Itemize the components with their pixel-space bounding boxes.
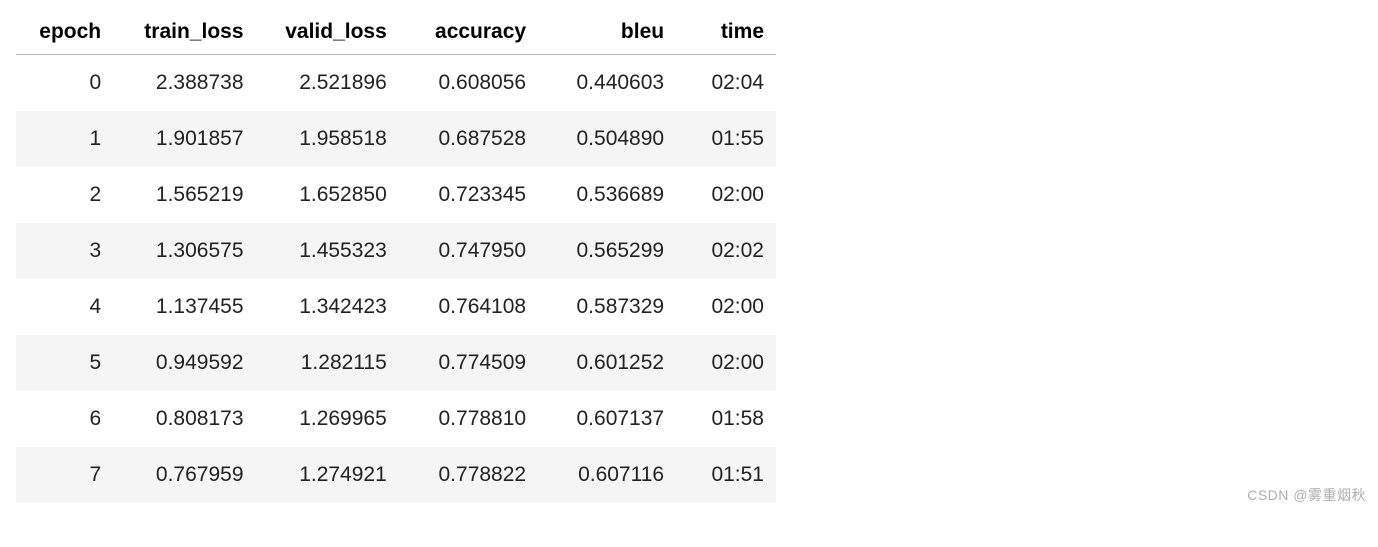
col-header-valid-loss: valid_loss	[256, 10, 399, 55]
cell-train-loss: 0.808173	[113, 391, 255, 447]
col-header-time: time	[676, 10, 776, 55]
table-header-row: epoch train_loss valid_loss accuracy ble…	[16, 10, 776, 55]
cell-accuracy: 0.687528	[399, 111, 538, 167]
cell-bleu: 0.504890	[538, 111, 676, 167]
cell-train-loss: 0.767959	[113, 447, 255, 503]
table-row: 3 1.306575 1.455323 0.747950 0.565299 02…	[16, 223, 776, 279]
cell-epoch: 4	[16, 279, 113, 335]
cell-train-loss: 1.901857	[113, 111, 255, 167]
cell-train-loss: 0.949592	[113, 335, 255, 391]
cell-accuracy: 0.764108	[399, 279, 538, 335]
cell-accuracy: 0.608056	[399, 55, 538, 112]
cell-accuracy: 0.774509	[399, 335, 538, 391]
training-log-table-container: epoch train_loss valid_loss accuracy ble…	[0, 0, 792, 513]
cell-epoch: 1	[16, 111, 113, 167]
cell-epoch: 2	[16, 167, 113, 223]
table-row: 0 2.388738 2.521896 0.608056 0.440603 02…	[16, 55, 776, 112]
table-body: 0 2.388738 2.521896 0.608056 0.440603 02…	[16, 55, 776, 504]
col-header-accuracy: accuracy	[399, 10, 538, 55]
cell-accuracy: 0.723345	[399, 167, 538, 223]
cell-time: 01:55	[676, 111, 776, 167]
cell-time: 02:00	[676, 167, 776, 223]
cell-train-loss: 1.137455	[113, 279, 255, 335]
cell-bleu: 0.607116	[538, 447, 676, 503]
cell-valid-loss: 2.521896	[256, 55, 399, 112]
cell-time: 02:04	[676, 55, 776, 112]
cell-valid-loss: 1.282115	[256, 335, 399, 391]
cell-epoch: 3	[16, 223, 113, 279]
cell-time: 02:02	[676, 223, 776, 279]
cell-train-loss: 1.565219	[113, 167, 255, 223]
watermark-text: CSDN @雾重烟秋	[1247, 485, 1366, 505]
cell-valid-loss: 1.455323	[256, 223, 399, 279]
cell-epoch: 5	[16, 335, 113, 391]
cell-train-loss: 1.306575	[113, 223, 255, 279]
cell-epoch: 6	[16, 391, 113, 447]
cell-bleu: 0.601252	[538, 335, 676, 391]
table-row: 4 1.137455 1.342423 0.764108 0.587329 02…	[16, 279, 776, 335]
cell-accuracy: 0.778810	[399, 391, 538, 447]
cell-accuracy: 0.778822	[399, 447, 538, 503]
table-row: 6 0.808173 1.269965 0.778810 0.607137 01…	[16, 391, 776, 447]
cell-valid-loss: 1.342423	[256, 279, 399, 335]
training-log-table: epoch train_loss valid_loss accuracy ble…	[16, 10, 776, 503]
cell-bleu: 0.607137	[538, 391, 676, 447]
cell-bleu: 0.536689	[538, 167, 676, 223]
table-row: 5 0.949592 1.282115 0.774509 0.601252 02…	[16, 335, 776, 391]
table-row: 1 1.901857 1.958518 0.687528 0.504890 01…	[16, 111, 776, 167]
cell-epoch: 7	[16, 447, 113, 503]
cell-time: 02:00	[676, 335, 776, 391]
cell-time: 01:51	[676, 447, 776, 503]
cell-bleu: 0.440603	[538, 55, 676, 112]
cell-epoch: 0	[16, 55, 113, 112]
cell-train-loss: 2.388738	[113, 55, 255, 112]
col-header-train-loss: train_loss	[113, 10, 255, 55]
cell-valid-loss: 1.274921	[256, 447, 399, 503]
cell-accuracy: 0.747950	[399, 223, 538, 279]
cell-bleu: 0.587329	[538, 279, 676, 335]
cell-valid-loss: 1.269965	[256, 391, 399, 447]
cell-bleu: 0.565299	[538, 223, 676, 279]
cell-valid-loss: 1.958518	[256, 111, 399, 167]
cell-valid-loss: 1.652850	[256, 167, 399, 223]
cell-time: 02:00	[676, 279, 776, 335]
col-header-bleu: bleu	[538, 10, 676, 55]
table-row: 7 0.767959 1.274921 0.778822 0.607116 01…	[16, 447, 776, 503]
col-header-epoch: epoch	[16, 10, 113, 55]
cell-time: 01:58	[676, 391, 776, 447]
table-row: 2 1.565219 1.652850 0.723345 0.536689 02…	[16, 167, 776, 223]
